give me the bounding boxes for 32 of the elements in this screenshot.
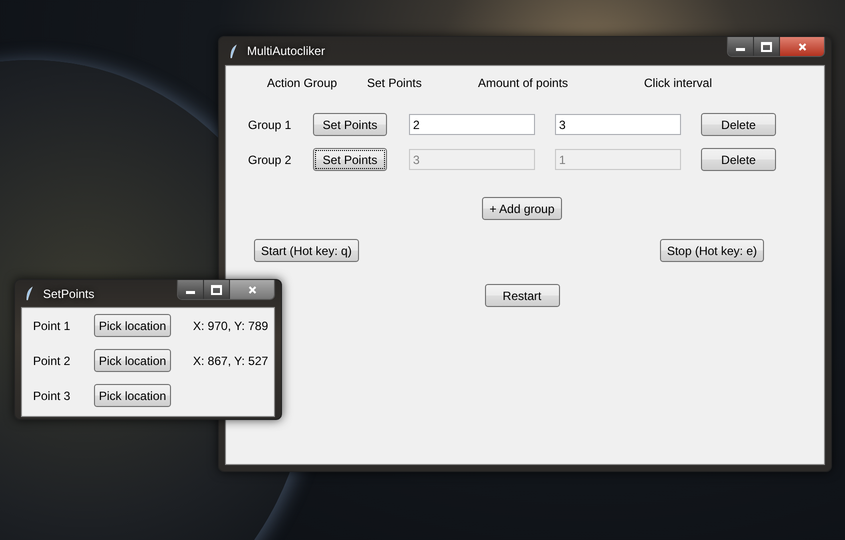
delete-button[interactable]: Delete [701,113,776,136]
minimize-icon[interactable] [728,37,754,56]
stop-button[interactable]: Stop (Hot key: e) [660,239,764,262]
location-text: X: 970, Y: 789 [193,318,268,332]
pick-location-button[interactable]: Pick location [94,314,171,337]
point-label: Point 3 [33,388,72,402]
column-header: Click interval [644,76,712,90]
minimize-icon[interactable] [178,280,204,299]
window-title: SetPoints [43,286,96,300]
add-group-button[interactable]: + Add group [482,197,562,220]
maximize-icon[interactable] [754,37,780,56]
set-points-button[interactable]: Set Points [313,113,387,136]
maximize-icon[interactable] [204,280,230,299]
start-button[interactable]: Start (Hot key: q) [254,239,359,262]
feather-icon [25,286,34,301]
close-icon[interactable] [230,280,274,299]
point-label: Point 2 [33,354,72,368]
set-points-field[interactable]: 2 [409,114,535,135]
amount-field[interactable]: 3 [555,114,681,135]
column-header: Action Group [267,76,338,90]
restart-button[interactable]: Restart [484,284,560,307]
close-icon[interactable] [780,37,824,56]
group-label: Group 2 [248,152,292,166]
point-label: Point 1 [33,318,72,332]
column-header: Amount of points [478,76,570,90]
location-text: X: 867, Y: 527 [193,354,268,368]
window-title: MultiAutocliker [247,44,326,58]
column-header: Set Points [367,76,423,90]
pick-location-button[interactable]: Pick location [94,349,171,372]
pick-location-button[interactable]: Pick location [94,384,171,407]
feather-icon [229,44,238,58]
group-label: Group 1 [248,118,292,132]
